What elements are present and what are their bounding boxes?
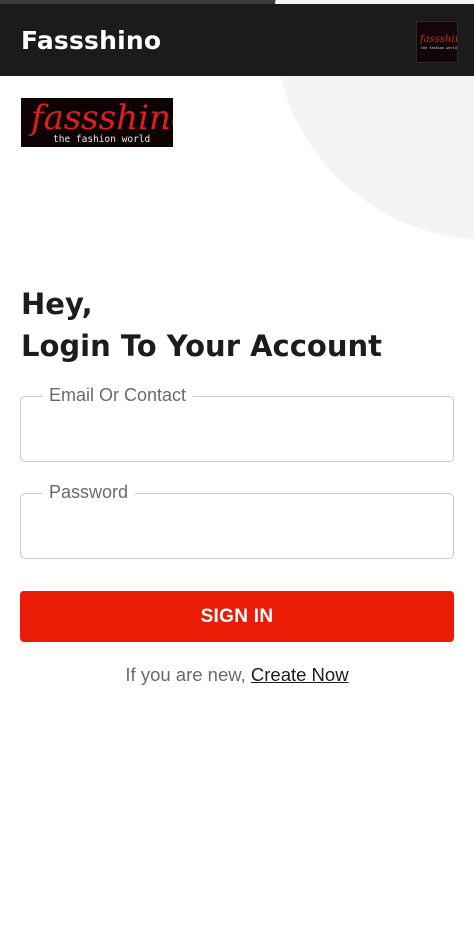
brand-logo: fassshino the fashion world — [21, 98, 173, 147]
email-field[interactable]: Email Or Contact — [20, 384, 454, 462]
signup-prompt: If you are new, Create Now — [0, 664, 474, 686]
heading-greeting: Hey, — [21, 287, 93, 321]
brand-logo-tagline: the fashion world — [53, 134, 151, 145]
password-input[interactable] — [35, 508, 439, 546]
email-input[interactable] — [35, 411, 439, 449]
create-account-link[interactable]: Create Now — [251, 664, 349, 685]
login-screen: Fassshino fassshino the fashion world fa… — [0, 0, 474, 942]
app-bar: Fassshino fassshino the fashion world — [0, 4, 474, 76]
sign-in-button[interactable]: SIGN IN — [20, 591, 454, 642]
app-bar-logo-wordmark: fassshino — [420, 34, 457, 45]
password-field-label: Password — [42, 481, 136, 503]
app-bar-logo: fassshino the fashion world — [416, 21, 458, 63]
email-field-label: Email Or Contact — [42, 384, 194, 406]
app-title: Fassshino — [21, 26, 162, 55]
signup-prompt-text: If you are new, — [125, 664, 246, 685]
page-heading: Hey, Login To Your Account — [21, 283, 382, 367]
app-bar-logo-tagline: the fashion world — [421, 46, 457, 50]
heading-title: Login To Your Account — [21, 329, 382, 363]
password-field[interactable]: Password — [20, 481, 454, 559]
brand-logo-wordmark: fassshino — [31, 98, 173, 138]
